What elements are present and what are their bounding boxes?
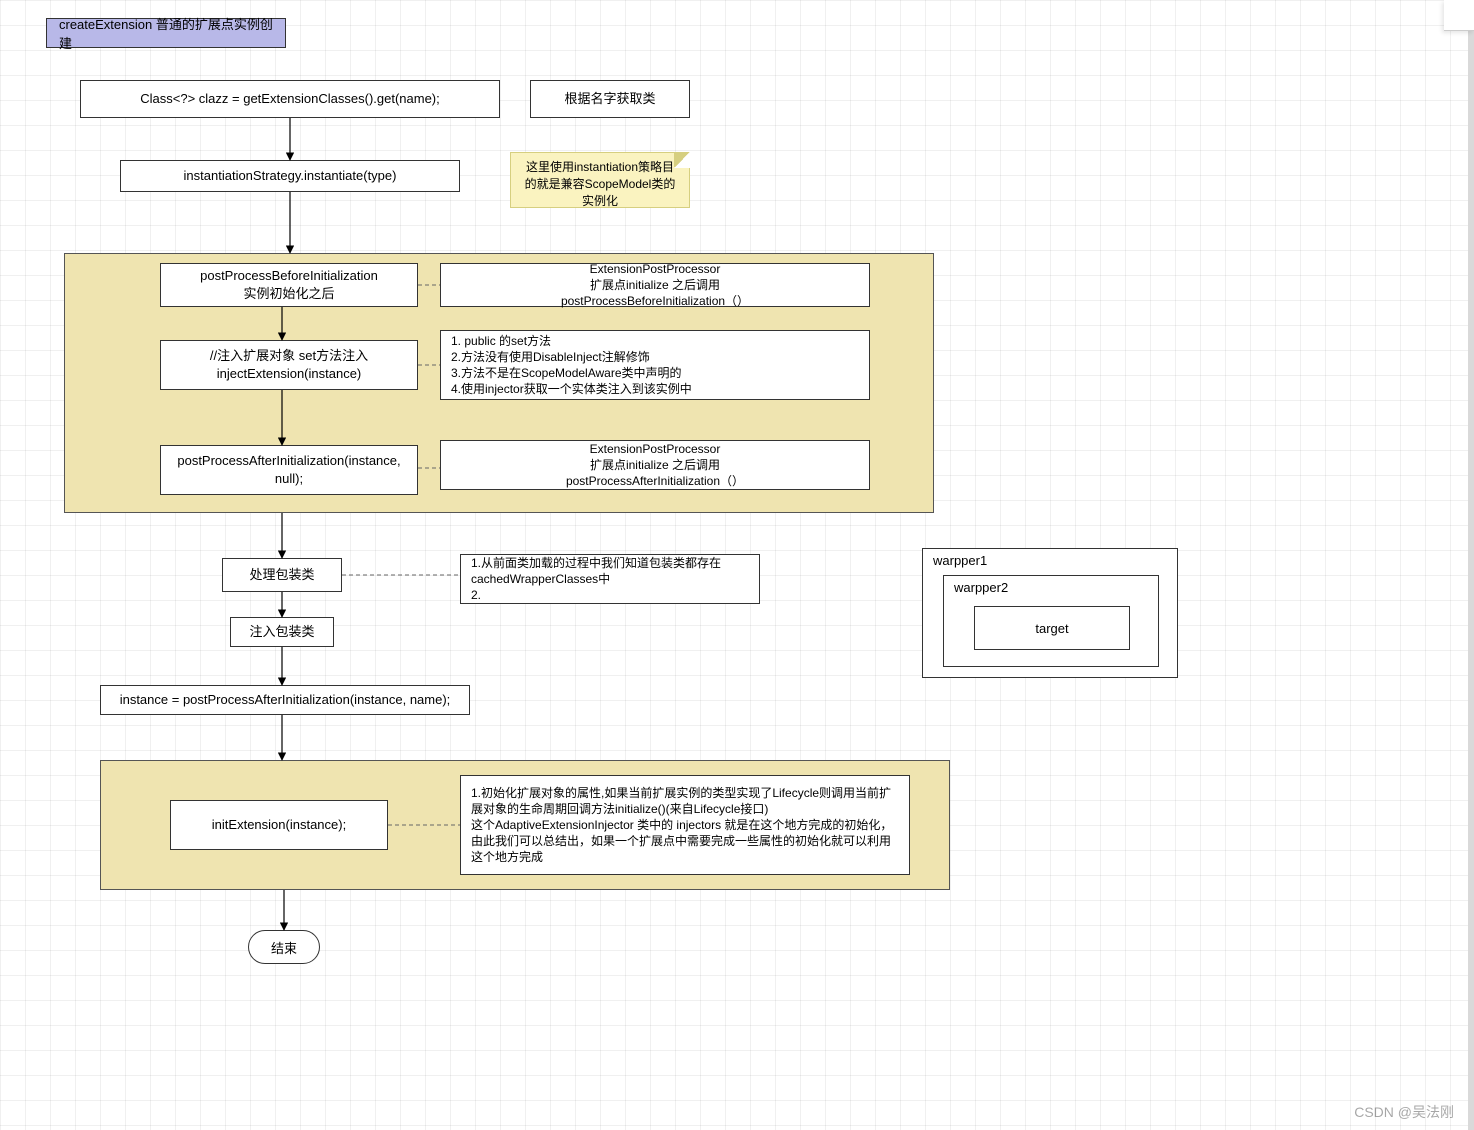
note-instantiate: 这里使用instantiation策略目的就是兼容ScopeModel类的实例化 bbox=[510, 152, 690, 208]
right-edge bbox=[1468, 0, 1474, 1130]
wrapper-outer: warpper1 warpper2 target bbox=[922, 548, 1178, 678]
step-instantiate: instantiationStrategy.instantiate(type) bbox=[120, 160, 460, 192]
watermark: CSDN @吴法刚 bbox=[1354, 1102, 1454, 1122]
step-get-class: Class<?> clazz = getExtensionClasses().g… bbox=[80, 80, 500, 118]
note-get-class: 根据名字获取类 bbox=[530, 80, 690, 118]
box-process-wrap: 处理包装类 bbox=[222, 558, 342, 592]
note-init-extension: 1.初始化扩展对象的属性,如果当前扩展实例的类型实现了Lifecycle则调用当… bbox=[460, 775, 910, 875]
end-node: 结束 bbox=[248, 930, 320, 964]
box-before-right: ExtensionPostProcessor 扩展点initialize 之后调… bbox=[440, 263, 870, 307]
box-after-right: ExtensionPostProcessor 扩展点initialize 之后调… bbox=[440, 440, 870, 490]
box-inject-wrap: 注入包装类 bbox=[230, 617, 334, 647]
wrapper-middle-label: warpper2 bbox=[954, 580, 1008, 595]
wrapper-outer-label: warpper1 bbox=[933, 553, 987, 568]
title-box: createExtension 普通的扩展点实例创建 bbox=[46, 18, 286, 48]
wrapper-inner: target bbox=[974, 606, 1130, 650]
box-post-after-name: instance = postProcessAfterInitializatio… bbox=[100, 685, 470, 715]
box-before-left: postProcessBeforeInitialization 实例初始化之后 bbox=[160, 263, 418, 307]
box-inject-left: //注入扩展对象 set方法注入 injectExtension(instanc… bbox=[160, 340, 418, 390]
page-corner bbox=[1444, 0, 1474, 31]
note-process-wrap: 1.从前面类加载的过程中我们知道包装类都存在cachedWrapperClass… bbox=[460, 554, 760, 604]
box-init-extension: initExtension(instance); bbox=[170, 800, 388, 850]
wrapper-inner-label: target bbox=[1035, 621, 1068, 636]
box-after-left: postProcessAfterInitialization(instance,… bbox=[160, 445, 418, 495]
box-inject-right: 1. public 的set方法 2.方法没有使用DisableInject注解… bbox=[440, 330, 870, 400]
wrapper-middle: warpper2 target bbox=[943, 575, 1159, 667]
